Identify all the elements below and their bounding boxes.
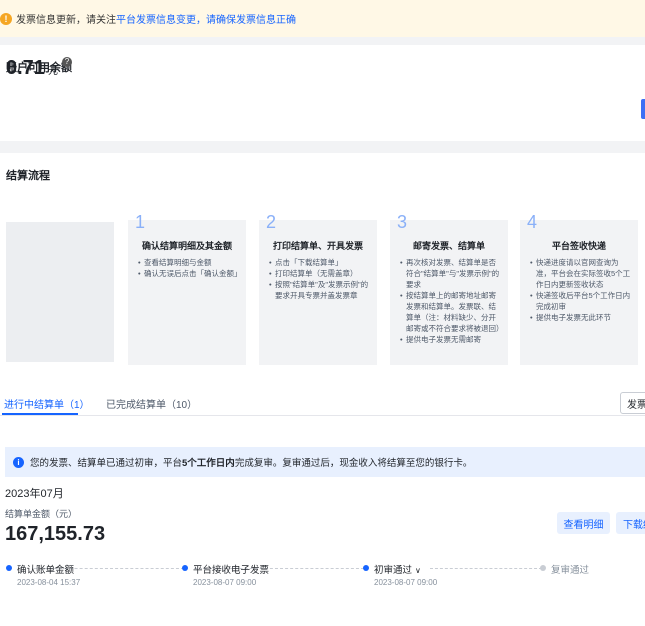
timeline-label-text: 初审通过 <box>374 565 413 576</box>
settlement-amount: 167,155.73 <box>5 523 106 545</box>
balance-number: 0.71 <box>6 57 45 79</box>
step-number: 3 <box>397 212 408 232</box>
info-text-prefix: 您的发票、结算单已通过初审，平台 <box>30 458 183 469</box>
download-button[interactable]: 下载结 <box>616 512 645 534</box>
timeline-connector <box>430 568 542 569</box>
settlement-card <box>0 376 645 626</box>
timeline-label: 复审通过 <box>551 565 590 576</box>
view-detail-button[interactable]: 查看明细 <box>557 512 610 534</box>
step-title: 确认结算明细及其金额 <box>141 241 232 251</box>
timeline-dot <box>6 565 12 571</box>
flow-step-3: 3 邮寄发票、结算单 再次核对发票、结算单是否符合"结算单"与"发票示例"的要求… <box>390 212 508 365</box>
timeline-dot <box>540 565 546 571</box>
flow-title: 结算流程 <box>6 170 50 182</box>
timeline-label: 平台接收电子发票 <box>193 565 270 576</box>
timeline-dot <box>363 565 369 571</box>
timeline-date: 2023-08-04 15:37 <box>17 578 81 587</box>
timeline-date: 2023-08-07 09:00 <box>374 578 438 587</box>
timeline-dot <box>182 565 188 571</box>
timeline-date: 2023-08-07 09:00 <box>193 578 257 587</box>
step-number: 2 <box>266 212 277 232</box>
question-icon[interactable]: ? <box>61 56 72 67</box>
step-title: 平台签收快递 <box>551 241 606 251</box>
step-item: 提供电子发票无需邮寄 <box>400 334 502 345</box>
step-number: 4 <box>527 212 538 232</box>
settlement-month: 2023年07月 <box>5 488 64 500</box>
notice-text: 发票信息更新，请关注 <box>16 15 116 26</box>
step-list: 快递进度请以官网查询为准，平台会在实际签收5个工作日内更新签收状态 快递签收后平… <box>530 257 632 323</box>
balance-unit: 元 <box>47 66 58 77</box>
flow-video[interactable] <box>6 222 114 362</box>
notice-link[interactable]: 平台发票信息变更，请确保发票信息正确 <box>116 11 296 26</box>
step-number: 1 <box>135 212 146 232</box>
info-bar: i 您的发票、结算单已通过初审，平台 5个工作日内 完成复审。复审通过后，现金收入将… <box>5 447 645 477</box>
tab-in-progress[interactable]: 进行中结算单（1） <box>4 396 90 411</box>
info-text-suffix: 完成复审。复审通过后，现金收入将结算至您的银行卡。 <box>234 458 473 469</box>
notice-bar: ! 发票信息更新，请关注 平台发票信息变更，请确保发票信息正确 <box>0 0 645 37</box>
flow-step-2: 2 打印结算单、开具发票 点击「下载结算单」 打印结算单（无需盖章） 按照"结算… <box>259 212 377 365</box>
step-item: 提供电子发票无此环节 <box>530 312 632 323</box>
step-item: 再次核对发票、结算单是否符合"结算单"与"发票示例"的要求 <box>400 257 502 290</box>
info-icon: i <box>13 456 24 468</box>
flow-step-1: 1 确认结算明细及其金额 查看结算明细与金额 确认无误后点击「确认金额」 <box>128 212 246 365</box>
step-item: 点击「下载结算单」 <box>269 257 371 268</box>
step-list: 查看结算明细与金额 确认无误后点击「确认金额」 <box>138 257 242 279</box>
chevron-down-icon: ∨ <box>415 566 421 575</box>
step-item: 快递进度请以官网查询为准，平台会在实际签收5个工作日内更新签收状态 <box>530 257 632 290</box>
info-text-bold: 5个工作日内 <box>182 458 235 469</box>
step-list: 再次核对发票、结算单是否符合"结算单"与"发票示例"的要求 按结算单上的邮寄地址… <box>400 257 504 345</box>
flow-step-4: 4 平台签收快递 快递进度请以官网查询为准，平台会在实际签收5个工作日内更新签收… <box>520 212 638 365</box>
timeline-label[interactable]: 初审通过 ∨ <box>374 562 421 576</box>
step-title: 邮寄发票、结算单 <box>412 241 485 251</box>
step-item: 按照"结算单"及"发票示例"的要求开具专票并盖发票章 <box>269 279 371 301</box>
step-item: 确认无误后点击「确认金额」 <box>138 268 242 279</box>
invoice-button[interactable]: 发票 <box>620 392 645 414</box>
step-title: 打印结算单、开具发票 <box>272 241 363 251</box>
tab-completed[interactable]: 已完成结算单（10） <box>106 396 197 411</box>
timeline-label: 确认账单金额 <box>17 565 75 576</box>
settlement-amount-label: 结算单金额（元） <box>5 509 78 519</box>
step-item: 快递签收后平台5个工作日内完成初审 <box>530 290 632 312</box>
step-item: 打印结算单（无需盖章） <box>269 268 371 279</box>
step-list: 点击「下载结算单」 打印结算单（无需盖章） 按照"结算单"及"发票示例"的要求开… <box>269 257 371 301</box>
side-tab[interactable] <box>641 99 645 119</box>
balance-card: 账户可用余额 <box>0 45 645 141</box>
tabs-divider <box>0 415 645 416</box>
step-item: 查看结算明细与金额 <box>138 257 240 268</box>
balance-amount: 0.71 元 ? <box>6 56 72 80</box>
warning-icon: ! <box>0 12 12 25</box>
step-item: 按结算单上的邮寄地址邮寄发票和结算单。发票联、结算单（注：材料缺少、分开邮寄或不… <box>400 290 504 334</box>
